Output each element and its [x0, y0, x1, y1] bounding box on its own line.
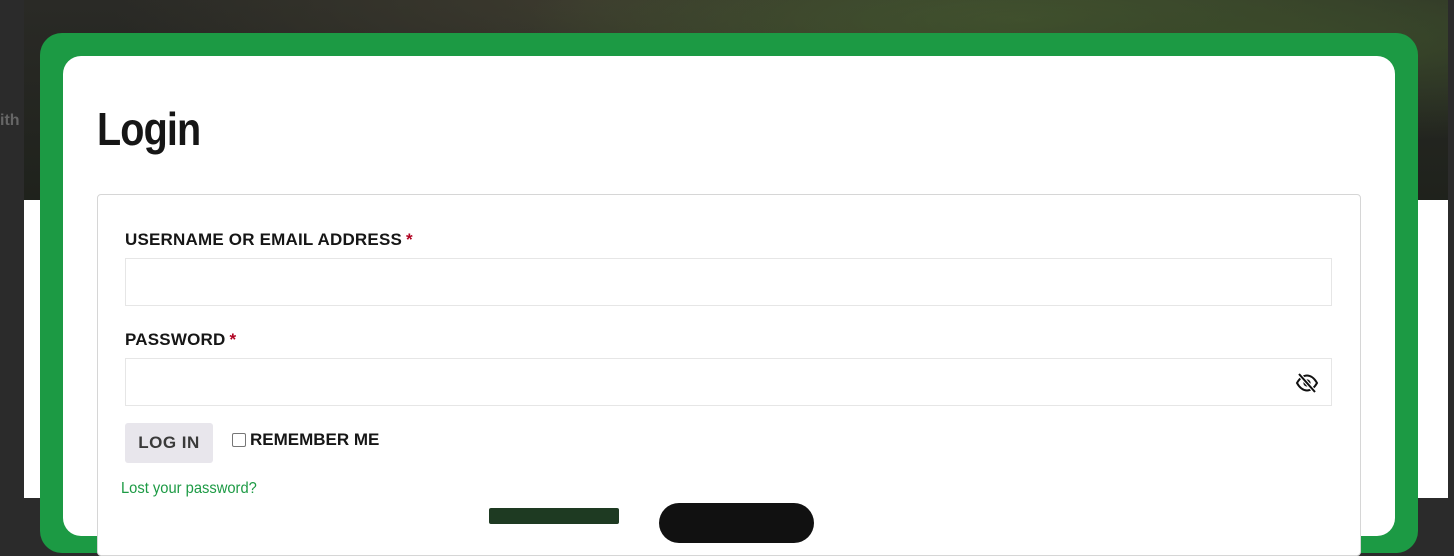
eye-slash-icon[interactable]	[1295, 372, 1319, 394]
page-title: Login	[97, 103, 201, 155]
background-text: ith	[0, 112, 20, 129]
password-label-text: PASSWORD	[125, 330, 226, 349]
remember-me-option[interactable]: REMEMBER ME	[232, 430, 379, 450]
password-input[interactable]	[125, 358, 1332, 406]
lost-password-link[interactable]: Lost your password?	[121, 480, 257, 498]
remember-me-label[interactable]: REMEMBER ME	[250, 430, 379, 450]
required-marker: *	[406, 230, 413, 249]
bottom-background-element	[489, 508, 619, 524]
username-label-text: USERNAME OR EMAIL ADDRESS	[125, 230, 403, 249]
username-input[interactable]	[125, 258, 1332, 306]
username-label: USERNAME OR EMAIL ADDRESS *	[125, 230, 413, 250]
required-marker: *	[229, 330, 237, 349]
password-label: PASSWORD *	[125, 330, 236, 350]
login-modal-frame: Login USERNAME OR EMAIL ADDRESS * PASSWOR…	[40, 33, 1418, 556]
log-in-button[interactable]: LOG IN	[125, 423, 213, 463]
login-modal: Login USERNAME OR EMAIL ADDRESS * PASSWOR…	[63, 56, 1395, 556]
bottom-floating-pill[interactable]	[659, 503, 814, 543]
login-form: USERNAME OR EMAIL ADDRESS * PASSWORD * LOG…	[97, 194, 1361, 556]
remember-me-checkbox[interactable]	[232, 433, 246, 447]
